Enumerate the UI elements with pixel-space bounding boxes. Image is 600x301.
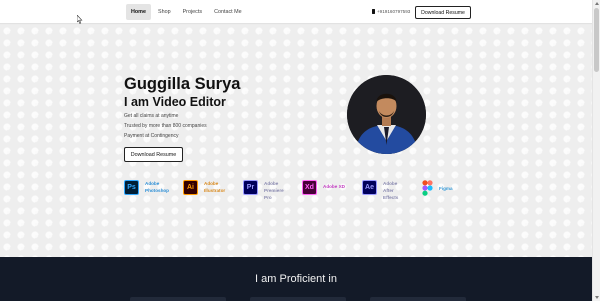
- scroll-down-icon[interactable]: [595, 296, 599, 299]
- phone-number: +919160797593: [377, 9, 411, 14]
- tool-after-effects: Ae Adobe After Effects: [362, 180, 409, 201]
- nav-link-home[interactable]: Home: [126, 4, 151, 20]
- nav-download-resume-button[interactable]: Download Resume: [415, 6, 471, 19]
- hero-section: Guggilla Surya I am Video Editor Get all…: [0, 25, 592, 257]
- nav-link-contact[interactable]: Contact Me: [209, 4, 247, 20]
- nav-links: Home Shop Projects Contact Me: [126, 4, 247, 20]
- figma-icon: [422, 180, 433, 196]
- hero-name: Guggilla Surya: [124, 75, 241, 93]
- tool-illustrator: Ai Adobe Illustrator: [183, 180, 230, 195]
- tool-figma: Figma: [422, 180, 459, 196]
- photoshop-icon: Ps: [124, 180, 139, 195]
- after-effects-icon: Ae: [362, 180, 377, 195]
- profile-photo: [347, 75, 426, 154]
- hero-line-2: Trusted by more than 800 companies: [124, 123, 207, 129]
- tool-photoshop: Ps Adobe Photoshop: [124, 180, 171, 195]
- skill-card: [130, 297, 226, 301]
- tool-label: Adobe XD: [323, 184, 345, 189]
- tool-label: Adobe After Effects: [383, 181, 399, 200]
- tool-premiere-pro: Pr Adobe Premiere Pro: [243, 180, 290, 201]
- skill-card: [250, 297, 346, 301]
- mouse-cursor-icon: [77, 15, 83, 24]
- tool-label: Figma: [439, 186, 453, 191]
- scroll-up-icon[interactable]: [595, 2, 599, 5]
- skill-card: [370, 297, 466, 301]
- phone-icon: [372, 9, 375, 14]
- premiere-pro-icon: Pr: [243, 180, 258, 195]
- hero-download-resume-button[interactable]: Download Resume: [124, 147, 183, 162]
- xd-icon: Xd: [302, 180, 317, 195]
- tools-row: Ps Adobe Photoshop Ai Adobe Illustrator …: [124, 180, 464, 200]
- nav-link-projects[interactable]: Projects: [178, 4, 207, 20]
- proficiency-section: I am Proficient in: [0, 257, 592, 301]
- tool-label: Adobe Premiere Pro: [264, 181, 284, 200]
- tool-xd: Xd Adobe XD: [302, 180, 353, 195]
- vertical-scrollbar[interactable]: [592, 0, 600, 301]
- section-title: I am Proficient in: [255, 273, 337, 285]
- illustrator-icon: Ai: [183, 180, 198, 195]
- phone-contact[interactable]: +919160797593: [372, 9, 410, 14]
- nav-link-shop[interactable]: Shop: [153, 4, 176, 20]
- tool-label: Adobe Illustrator: [204, 181, 226, 193]
- hero-line-3: Payment at Contingency: [124, 133, 179, 139]
- hero-role: I am Video Editor: [124, 95, 226, 109]
- hero-line-1: Get all claims at anytime: [124, 113, 179, 119]
- avatar: [347, 75, 426, 154]
- top-navbar: Home Shop Projects Contact Me +919160797…: [0, 0, 592, 24]
- scrollbar-thumb[interactable]: [594, 8, 599, 72]
- tool-label: Adobe Photoshop: [145, 181, 169, 193]
